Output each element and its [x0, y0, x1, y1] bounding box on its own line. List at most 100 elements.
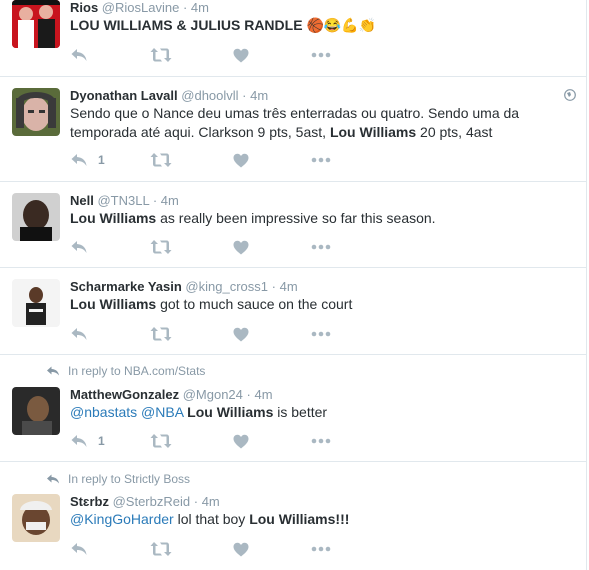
more-icon	[311, 52, 331, 58]
tweet[interactable]: Nell @TN3LL · 4m Lou Williams as really …	[0, 182, 587, 268]
user-name[interactable]: Stɛrbz	[70, 494, 109, 509]
user-handle[interactable]: @TN3LL	[97, 193, 149, 208]
emoji-group: 🏀😂💪👏	[306, 17, 377, 33]
mention-link[interactable]: @NBA	[141, 404, 183, 420]
like-button[interactable]	[233, 239, 249, 255]
avatar[interactable]	[12, 193, 60, 241]
like-button[interactable]	[233, 152, 249, 168]
retweet-button[interactable]	[150, 433, 172, 449]
user-name[interactable]: Dyonathan Lavall	[70, 88, 178, 103]
tweet-header: Scharmarke Yasin @king_cross1 · 4m	[70, 279, 298, 295]
retweet-button[interactable]	[150, 152, 172, 168]
retweet-button[interactable]	[150, 47, 172, 63]
mention-link[interactable]: @KingGoHarder	[70, 511, 174, 527]
separator-dot: ·	[242, 88, 247, 103]
user-name[interactable]: Nell	[70, 193, 94, 208]
tweet-text-bold: Lou Williams	[70, 210, 157, 226]
separator-dot: ·	[152, 193, 158, 208]
retweet-icon	[150, 433, 172, 449]
timestamp[interactable]: 4m	[254, 387, 272, 402]
more-button[interactable]	[311, 541, 331, 557]
avatar[interactable]	[12, 494, 60, 542]
tweet[interactable]: Rios @RiosLavine · 4m LOU WILLIAMS & JUL…	[0, 0, 587, 77]
reply-button[interactable]: 1	[70, 433, 105, 449]
user-name[interactable]: Rios	[70, 0, 98, 15]
more-button[interactable]	[311, 433, 331, 449]
reply-context-icon	[46, 473, 60, 485]
like-button[interactable]	[233, 433, 249, 449]
tweet[interactable]: In reply to Strictly Boss Stɛrbz @Sterbz…	[0, 462, 587, 570]
more-icon	[311, 546, 331, 552]
reply-button[interactable]: 1	[70, 152, 105, 168]
more-icon	[311, 331, 331, 337]
avatar[interactable]	[12, 0, 60, 48]
reply-button[interactable]	[70, 239, 88, 255]
tweet-text: Lou Williams got to much sauce on the co…	[70, 295, 570, 314]
globe-icon[interactable]	[564, 89, 576, 101]
reply-context-icon	[46, 365, 60, 377]
user-name[interactable]: Scharmarke Yasin	[70, 279, 182, 294]
tweet[interactable]: Dyonathan Lavall @dhoolvll · 4m Sendo qu…	[0, 77, 587, 182]
tweet-text-bold: !!!	[335, 511, 350, 527]
reply-icon	[70, 326, 88, 342]
tweet-text-bold: Lou Williams	[329, 124, 417, 140]
tweet-text: LOU WILLIAMS & JULIUS RANDLE 🏀😂💪👏	[70, 16, 570, 35]
more-button[interactable]	[311, 152, 331, 168]
user-handle[interactable]: @Mgon24	[183, 387, 243, 402]
user-handle[interactable]: @king_cross1	[185, 279, 268, 294]
more-icon	[311, 244, 331, 250]
reply-context[interactable]: In reply to Strictly Boss	[46, 472, 190, 486]
tweet-header: MatthewGonzalez @Mgon24 · 4m	[70, 387, 273, 403]
reply-count: 1	[98, 153, 105, 167]
tweet-text-part: as really been impressive so far this se…	[156, 210, 436, 226]
heart-icon	[233, 153, 249, 168]
tweet-text-part: is better	[273, 404, 328, 420]
tweet-text: @KingGoHarder lol that boy Lou Williams!…	[70, 510, 570, 529]
retweet-icon	[150, 47, 172, 63]
reply-button[interactable]	[70, 326, 88, 342]
avatar[interactable]	[12, 279, 60, 327]
tweet-header: Dyonathan Lavall @dhoolvll · 4m	[70, 88, 268, 104]
mention-link[interactable]: @nbastats	[70, 404, 137, 420]
heart-icon	[233, 48, 249, 63]
timestamp[interactable]: 4m	[202, 494, 220, 509]
reply-button[interactable]	[70, 541, 88, 557]
more-button[interactable]	[311, 239, 331, 255]
like-button[interactable]	[233, 541, 249, 557]
heart-icon	[233, 240, 249, 255]
user-handle[interactable]: @RiosLavine	[102, 0, 180, 15]
tweet-header: Nell @TN3LL · 4m	[70, 193, 179, 209]
tweet-actions: 1	[70, 433, 370, 449]
retweet-button[interactable]	[150, 541, 172, 557]
retweet-button[interactable]	[150, 239, 172, 255]
user-handle[interactable]: @dhoolvll	[181, 88, 238, 103]
timestamp[interactable]: 4m	[250, 88, 268, 103]
reply-context[interactable]: In reply to NBA.com/Stats	[46, 364, 205, 378]
retweet-button[interactable]	[150, 326, 172, 342]
timestamp[interactable]: 4m	[280, 279, 298, 294]
reply-context-target[interactable]: Strictly Boss	[124, 472, 190, 486]
user-handle[interactable]: @SterbzReid	[113, 494, 191, 509]
avatar[interactable]	[12, 88, 60, 136]
timestamp[interactable]: 4m	[161, 193, 179, 208]
tweet-text: @nbastats @NBA Lou Williams is better	[70, 403, 570, 422]
reply-icon	[70, 433, 88, 449]
more-button[interactable]	[311, 326, 331, 342]
heart-icon	[233, 327, 249, 342]
reply-icon	[70, 47, 88, 63]
separator-dot: ·	[271, 279, 276, 294]
more-button[interactable]	[311, 47, 331, 63]
avatar[interactable]	[12, 387, 60, 435]
tweet[interactable]: In reply to NBA.com/Stats MatthewGonzale…	[0, 355, 587, 462]
retweet-icon	[150, 326, 172, 342]
like-button[interactable]	[233, 47, 249, 63]
separator-dot: ·	[182, 0, 188, 15]
timestamp[interactable]: 4m	[191, 0, 209, 15]
reply-button[interactable]	[70, 47, 88, 63]
tweet[interactable]: Scharmarke Yasin @king_cross1 · 4m Lou W…	[0, 268, 587, 355]
reply-context-target[interactable]: NBA.com/Stats	[124, 364, 205, 378]
like-button[interactable]	[233, 326, 249, 342]
retweet-icon	[150, 239, 172, 255]
tweet-header: Stɛrbz @SterbzReid · 4m	[70, 494, 220, 510]
user-name[interactable]: MatthewGonzalez	[70, 387, 179, 402]
